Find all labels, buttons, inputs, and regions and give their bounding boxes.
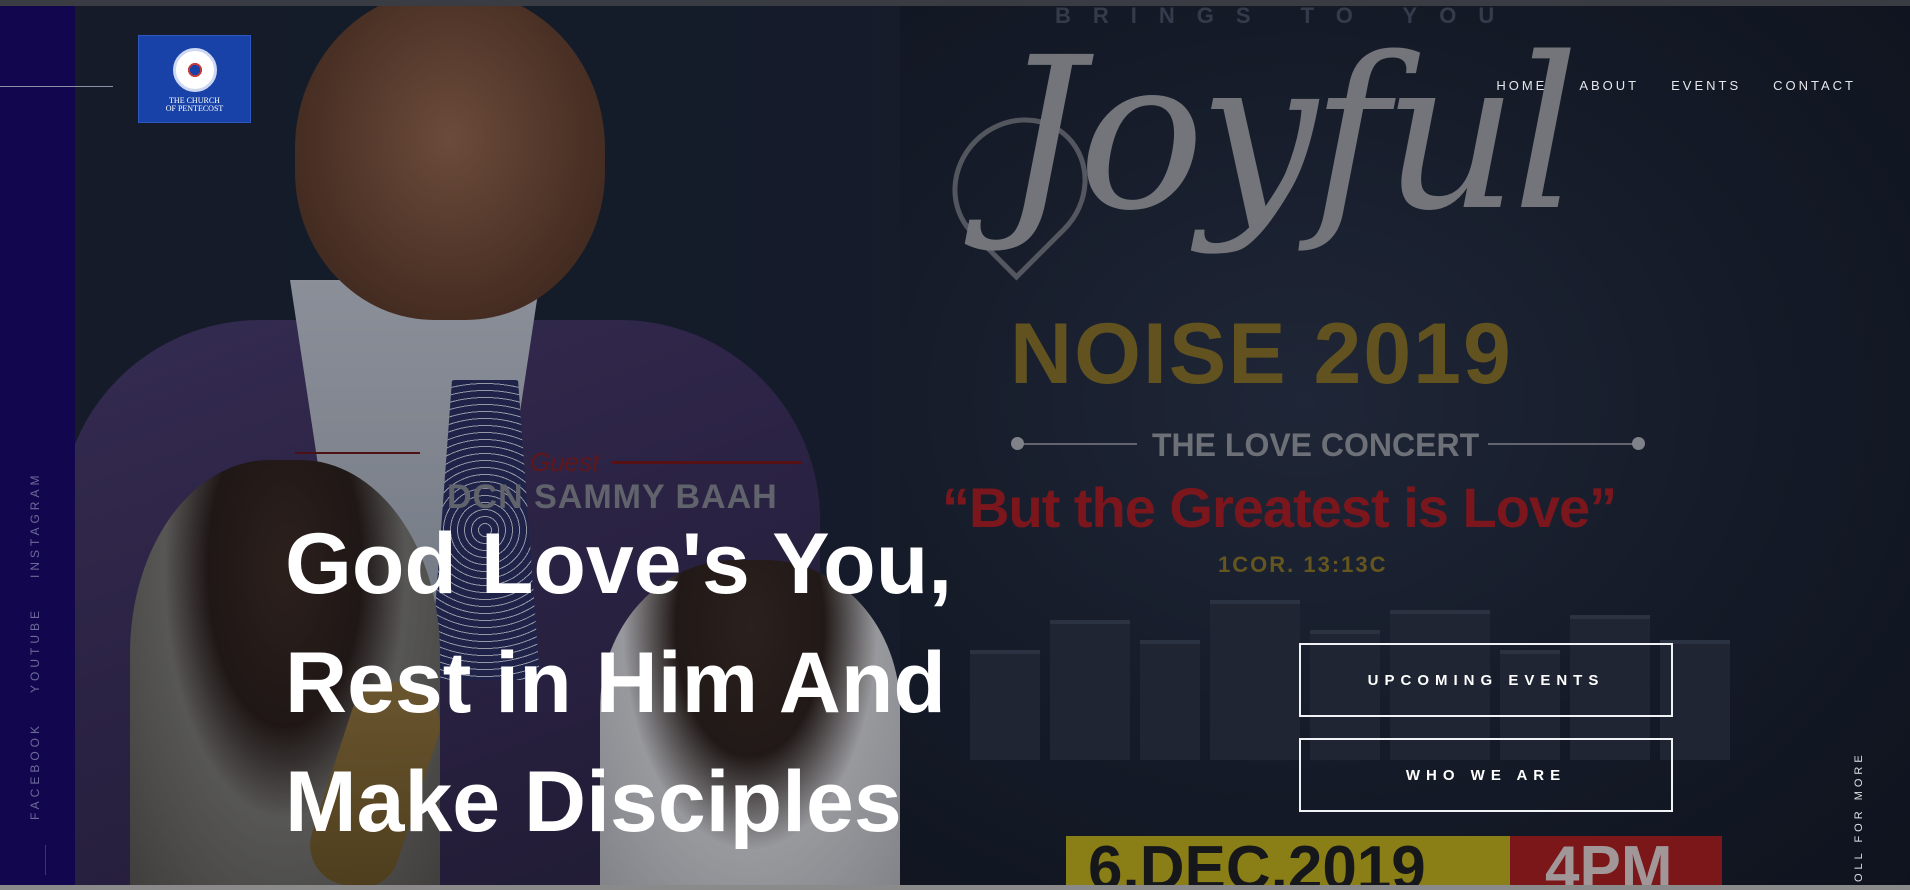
social-link-instagram[interactable]: INSTAGRAM — [28, 472, 42, 578]
nav-events[interactable]: EVENTS — [1671, 78, 1741, 93]
nav-about[interactable]: ABOUT — [1579, 78, 1639, 93]
sidebar-bottom-line — [45, 845, 46, 875]
logo-text: THE CHURCH OF PENTECOST — [166, 97, 224, 113]
browser-bottom-edge — [0, 885, 1910, 890]
headline-line: Rest in Him And — [285, 635, 946, 731]
logo-text-line2: OF PENTECOST — [165, 104, 224, 113]
main-nav: HOME ABOUT EVENTS CONTACT — [1496, 78, 1856, 93]
scroll-for-more-hint[interactable]: OLL FOR MORE — [1853, 751, 1865, 882]
church-logo[interactable]: THE CHURCH OF PENTECOST — [138, 35, 251, 123]
who-we-are-button[interactable]: WHO WE ARE — [1299, 738, 1673, 812]
hero-headline: God Love's You, Rest in Him And Make Dis… — [285, 505, 1085, 862]
sidebar-divider — [0, 86, 113, 87]
social-link-youtube[interactable]: YOUTUBE — [28, 607, 42, 693]
nav-contact[interactable]: CONTACT — [1773, 78, 1856, 93]
upcoming-events-button[interactable]: UPCOMING EVENTS — [1299, 643, 1673, 717]
nav-home[interactable]: HOME — [1496, 78, 1547, 93]
church-emblem-icon — [172, 48, 217, 92]
headline-line: Make Disciples — [285, 754, 902, 850]
social-link-facebook[interactable]: FACEBOOK — [28, 722, 42, 820]
headline-line: God Love's You, — [285, 516, 953, 612]
browser-top-edge — [0, 0, 1910, 6]
